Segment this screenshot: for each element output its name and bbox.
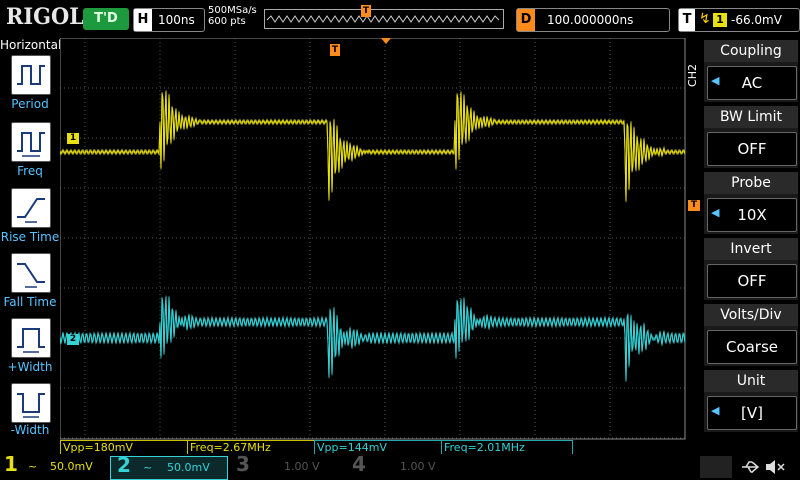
menu-item-frequency[interactable]: Freq bbox=[0, 122, 60, 186]
channel-scale: 50.0mV bbox=[50, 460, 93, 473]
menu-probe[interactable]: Probe 10X ◀ bbox=[704, 172, 798, 234]
memory-overview-wave bbox=[266, 15, 500, 23]
measurement-ch1-freq[interactable]: Freq=2.67MHz bbox=[187, 440, 315, 455]
waveform-display[interactable] bbox=[60, 38, 686, 440]
menu-item-label: +Width bbox=[7, 360, 53, 374]
delay-key: D bbox=[517, 9, 535, 31]
period-icon bbox=[11, 55, 51, 95]
menu-item-label: Period bbox=[11, 97, 49, 111]
menu-coupling[interactable]: Coupling AC ◀ bbox=[704, 40, 798, 102]
rise-time-icon bbox=[11, 188, 51, 228]
channel-scale: 1.00 V bbox=[284, 460, 320, 473]
menu-item-label: Rise Time bbox=[0, 230, 60, 244]
horizontal-key: H bbox=[134, 9, 152, 31]
menu-item-negative-width[interactable]: -Width bbox=[0, 383, 60, 439]
left-arrow-icon: ◀ bbox=[711, 404, 720, 417]
delay-pointer-icon bbox=[381, 38, 391, 44]
memory-overview-bar[interactable] bbox=[264, 9, 504, 29]
menu-title: BW Limit bbox=[704, 106, 798, 128]
menu-item-rise-time[interactable]: Rise Time bbox=[0, 188, 60, 252]
menu-invert[interactable]: Invert OFF bbox=[704, 238, 798, 300]
menu-value: 10X bbox=[707, 198, 797, 232]
trigger-time-marker[interactable]: T bbox=[330, 44, 340, 56]
usb-icon bbox=[742, 461, 760, 473]
menu-volts-div[interactable]: Volts/Div Coarse bbox=[704, 304, 798, 366]
channel-2-status[interactable]: 2 ~ 50.0mV bbox=[110, 453, 228, 480]
left-arrow-icon: ◀ bbox=[711, 206, 720, 219]
channel-number: 1 bbox=[4, 452, 18, 476]
menu-bw-limit[interactable]: BW Limit OFF bbox=[704, 106, 798, 168]
channel-4-status[interactable]: 4 1.00 V bbox=[352, 452, 452, 478]
menu-value: AC bbox=[707, 66, 797, 100]
menu-title: Volts/Div bbox=[704, 304, 798, 326]
left-menu-title: Horizontal bbox=[0, 38, 62, 52]
sample-rate: 500MSa/s bbox=[208, 5, 257, 16]
channel-1-status[interactable]: 1 ~ 50.0mV bbox=[4, 452, 104, 478]
status-strip bbox=[700, 456, 732, 478]
ch1-marker[interactable]: 1 bbox=[67, 133, 79, 144]
measurement-ch2-freq[interactable]: Freq=2.01MHz bbox=[441, 440, 573, 455]
menu-title: Probe bbox=[704, 172, 798, 194]
mute-icon[interactable] bbox=[764, 458, 786, 476]
menu-value: OFF bbox=[707, 264, 797, 298]
positive-width-icon bbox=[11, 318, 51, 358]
trigger-source-badge: 1 bbox=[713, 13, 727, 27]
menu-value: OFF bbox=[707, 132, 797, 166]
menu-item-label: -Width bbox=[10, 423, 50, 437]
channel-number: 4 bbox=[352, 452, 366, 476]
frequency-icon bbox=[11, 122, 51, 162]
menu-item-period[interactable]: Period bbox=[0, 55, 60, 119]
negative-width-icon bbox=[11, 383, 51, 423]
fall-time-icon bbox=[11, 253, 51, 293]
menu-item-fall-time[interactable]: Fall Time bbox=[0, 253, 60, 317]
acquisition-info: 500MSa/s 600 pts bbox=[208, 5, 257, 27]
trigger-level: -66.0mV bbox=[731, 13, 782, 27]
menu-value: Coarse bbox=[707, 330, 797, 364]
menu-item-label: Fall Time bbox=[3, 295, 57, 309]
coupling-icon: ~ bbox=[28, 460, 38, 473]
menu-unit[interactable]: Unit [V] ◀ bbox=[704, 370, 798, 432]
ch2-marker[interactable]: 2 bbox=[67, 334, 79, 345]
channel-tag: CH2 bbox=[686, 64, 699, 87]
measurement-ch2-vpp[interactable]: Vpp=144mV bbox=[314, 440, 442, 455]
channel-number: 2 bbox=[117, 453, 131, 477]
trigger-box[interactable]: T ↯ 1 -66.0mV bbox=[678, 8, 800, 32]
run-status-badge[interactable]: T'D bbox=[83, 8, 129, 30]
menu-title: Invert bbox=[704, 238, 798, 260]
timebase-box[interactable]: H 100ns bbox=[133, 8, 205, 32]
channel-scale: 1.00 V bbox=[400, 460, 436, 473]
memory-depth: 600 pts bbox=[208, 16, 246, 27]
delay-value: 100.000000ns bbox=[547, 13, 634, 27]
menu-title: Unit bbox=[704, 370, 798, 392]
coupling-icon: ~ bbox=[143, 461, 153, 474]
menu-item-label: Freq bbox=[17, 164, 43, 178]
menu-title: Coupling bbox=[704, 40, 798, 62]
channel-3-status[interactable]: 3 1.00 V bbox=[236, 452, 336, 478]
left-arrow-icon: ◀ bbox=[711, 74, 720, 87]
rising-edge-icon: ↯ bbox=[699, 11, 711, 27]
menu-value: [V] bbox=[707, 396, 797, 430]
trigger-level-marker[interactable]: T bbox=[688, 200, 700, 211]
rigol-logo: RIGOL bbox=[6, 4, 84, 30]
menu-item-positive-width[interactable]: +Width bbox=[0, 318, 60, 382]
channel-scale: 50.0mV bbox=[167, 461, 210, 474]
trigger-key: T bbox=[679, 9, 695, 31]
trigger-position-marker: T bbox=[361, 5, 371, 17]
timebase-value: 100ns bbox=[158, 13, 195, 27]
channel-number: 3 bbox=[236, 452, 250, 476]
delay-box[interactable]: D 100.000000ns bbox=[516, 8, 670, 32]
